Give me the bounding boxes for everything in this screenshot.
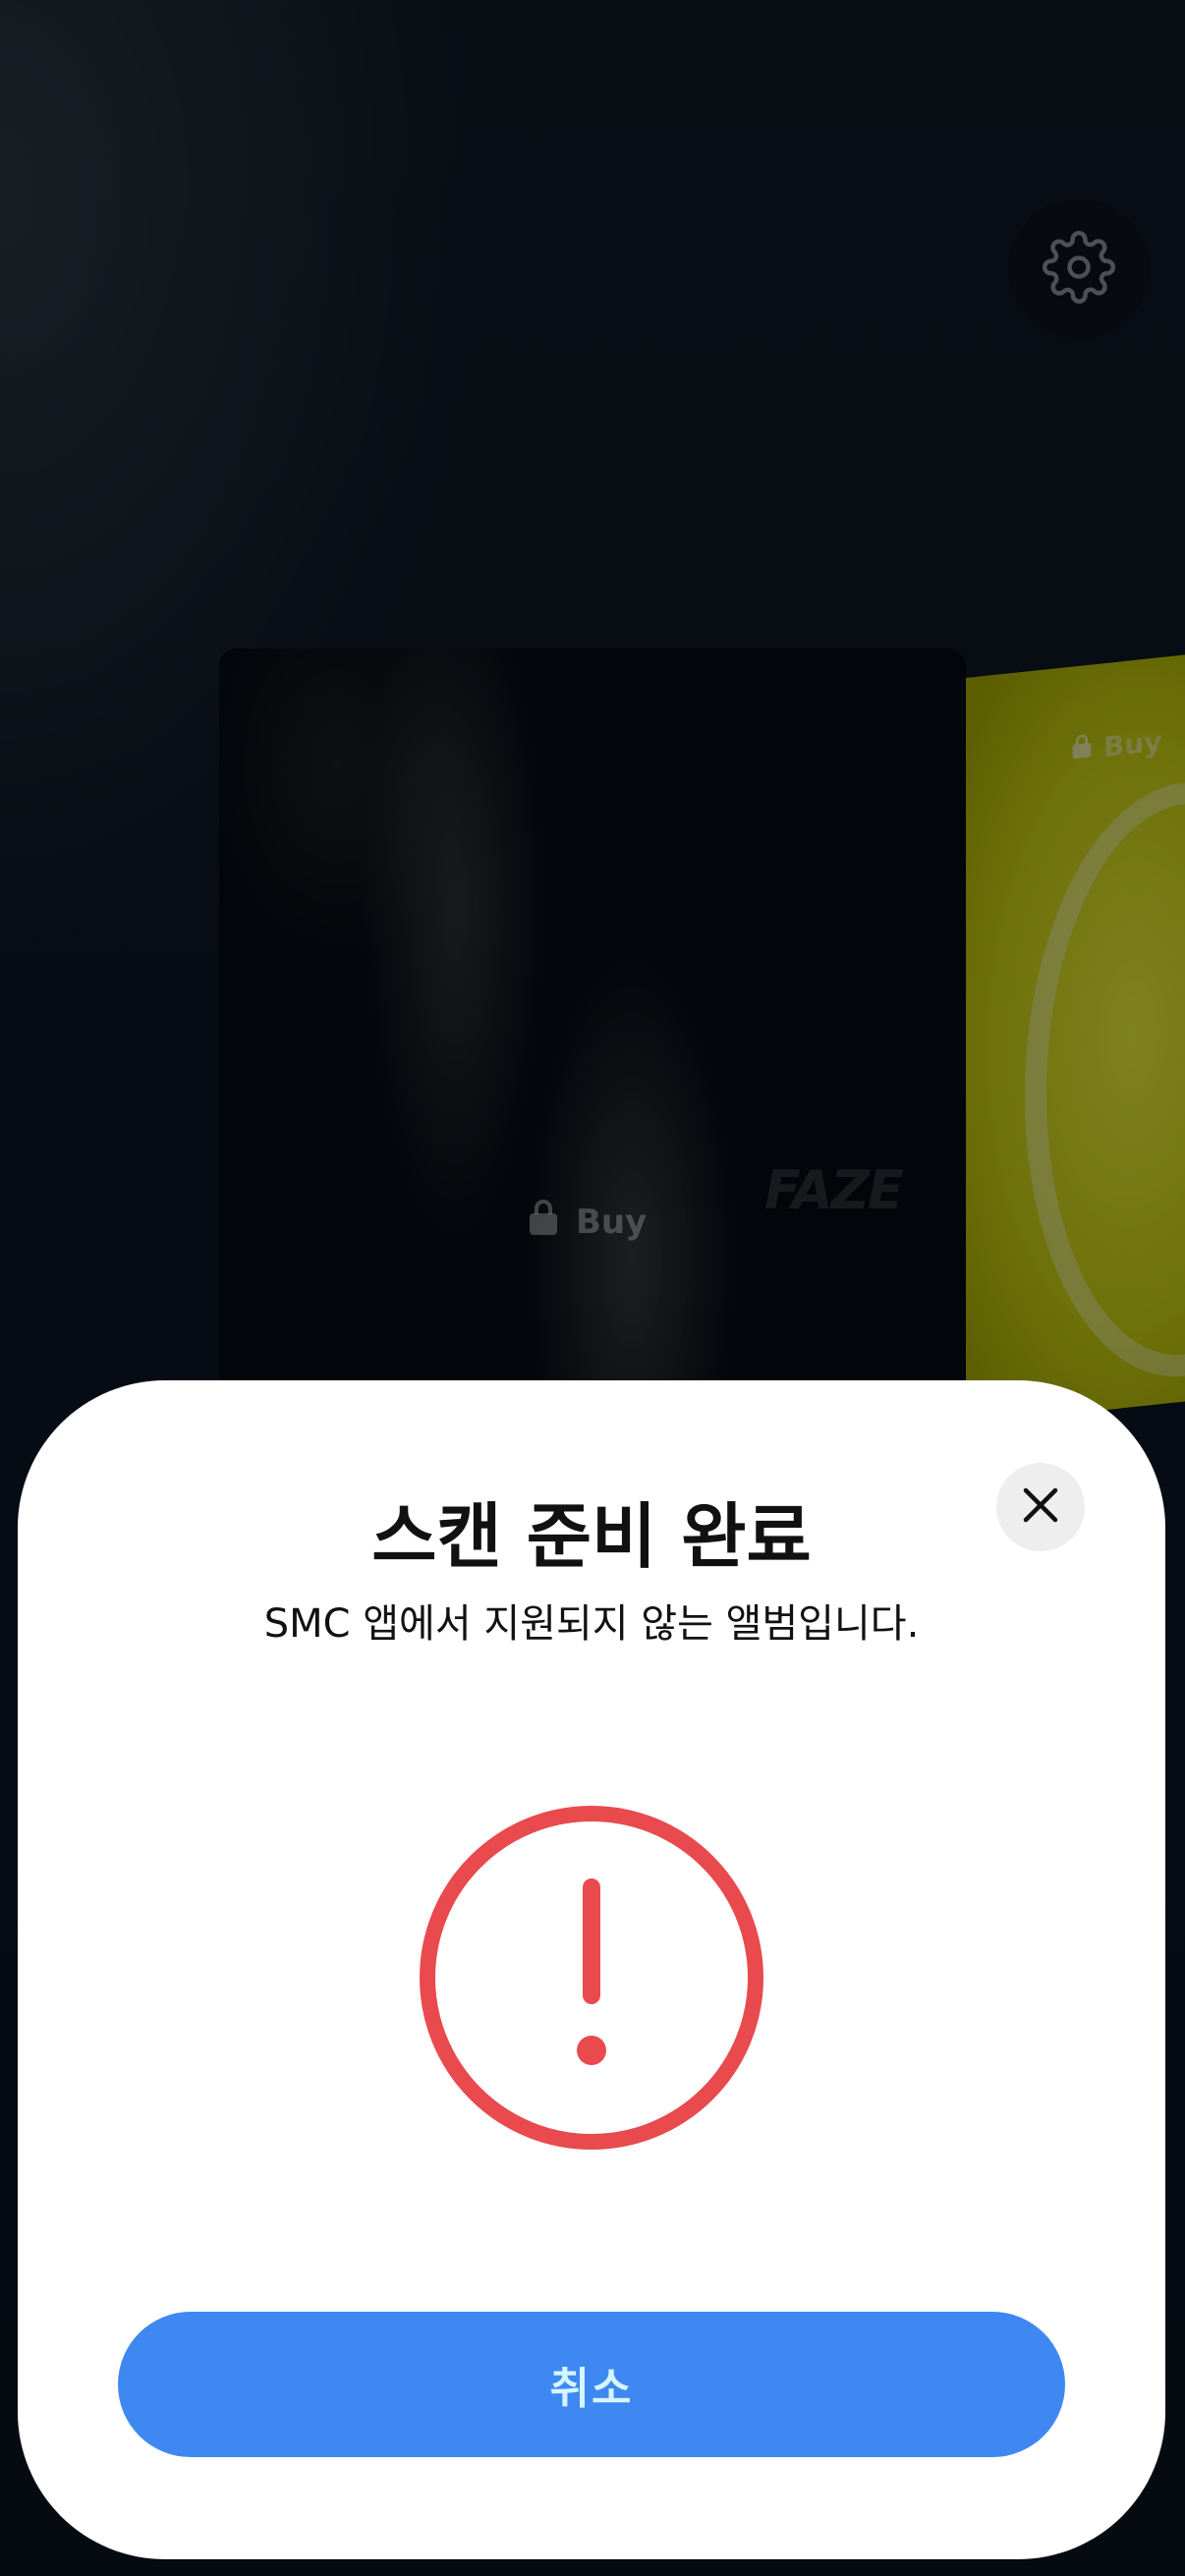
sheet-subtitle: SMC 앱에서 지원되지 않는 앨범입니다. bbox=[263, 1601, 920, 1647]
cancel-button[interactable]: 취소 bbox=[118, 2312, 1065, 2457]
close-icon bbox=[1022, 1486, 1059, 1528]
sheet-title: 스캔 준비 완료 bbox=[371, 1495, 812, 1578]
close-button[interactable] bbox=[996, 1463, 1085, 1551]
exclamation-circle-icon bbox=[419, 1805, 764, 2151]
scan-sheet: 스캔 준비 완료 SMC 앱에서 지원되지 않는 앨범입니다. 취소 bbox=[18, 1380, 1165, 2559]
